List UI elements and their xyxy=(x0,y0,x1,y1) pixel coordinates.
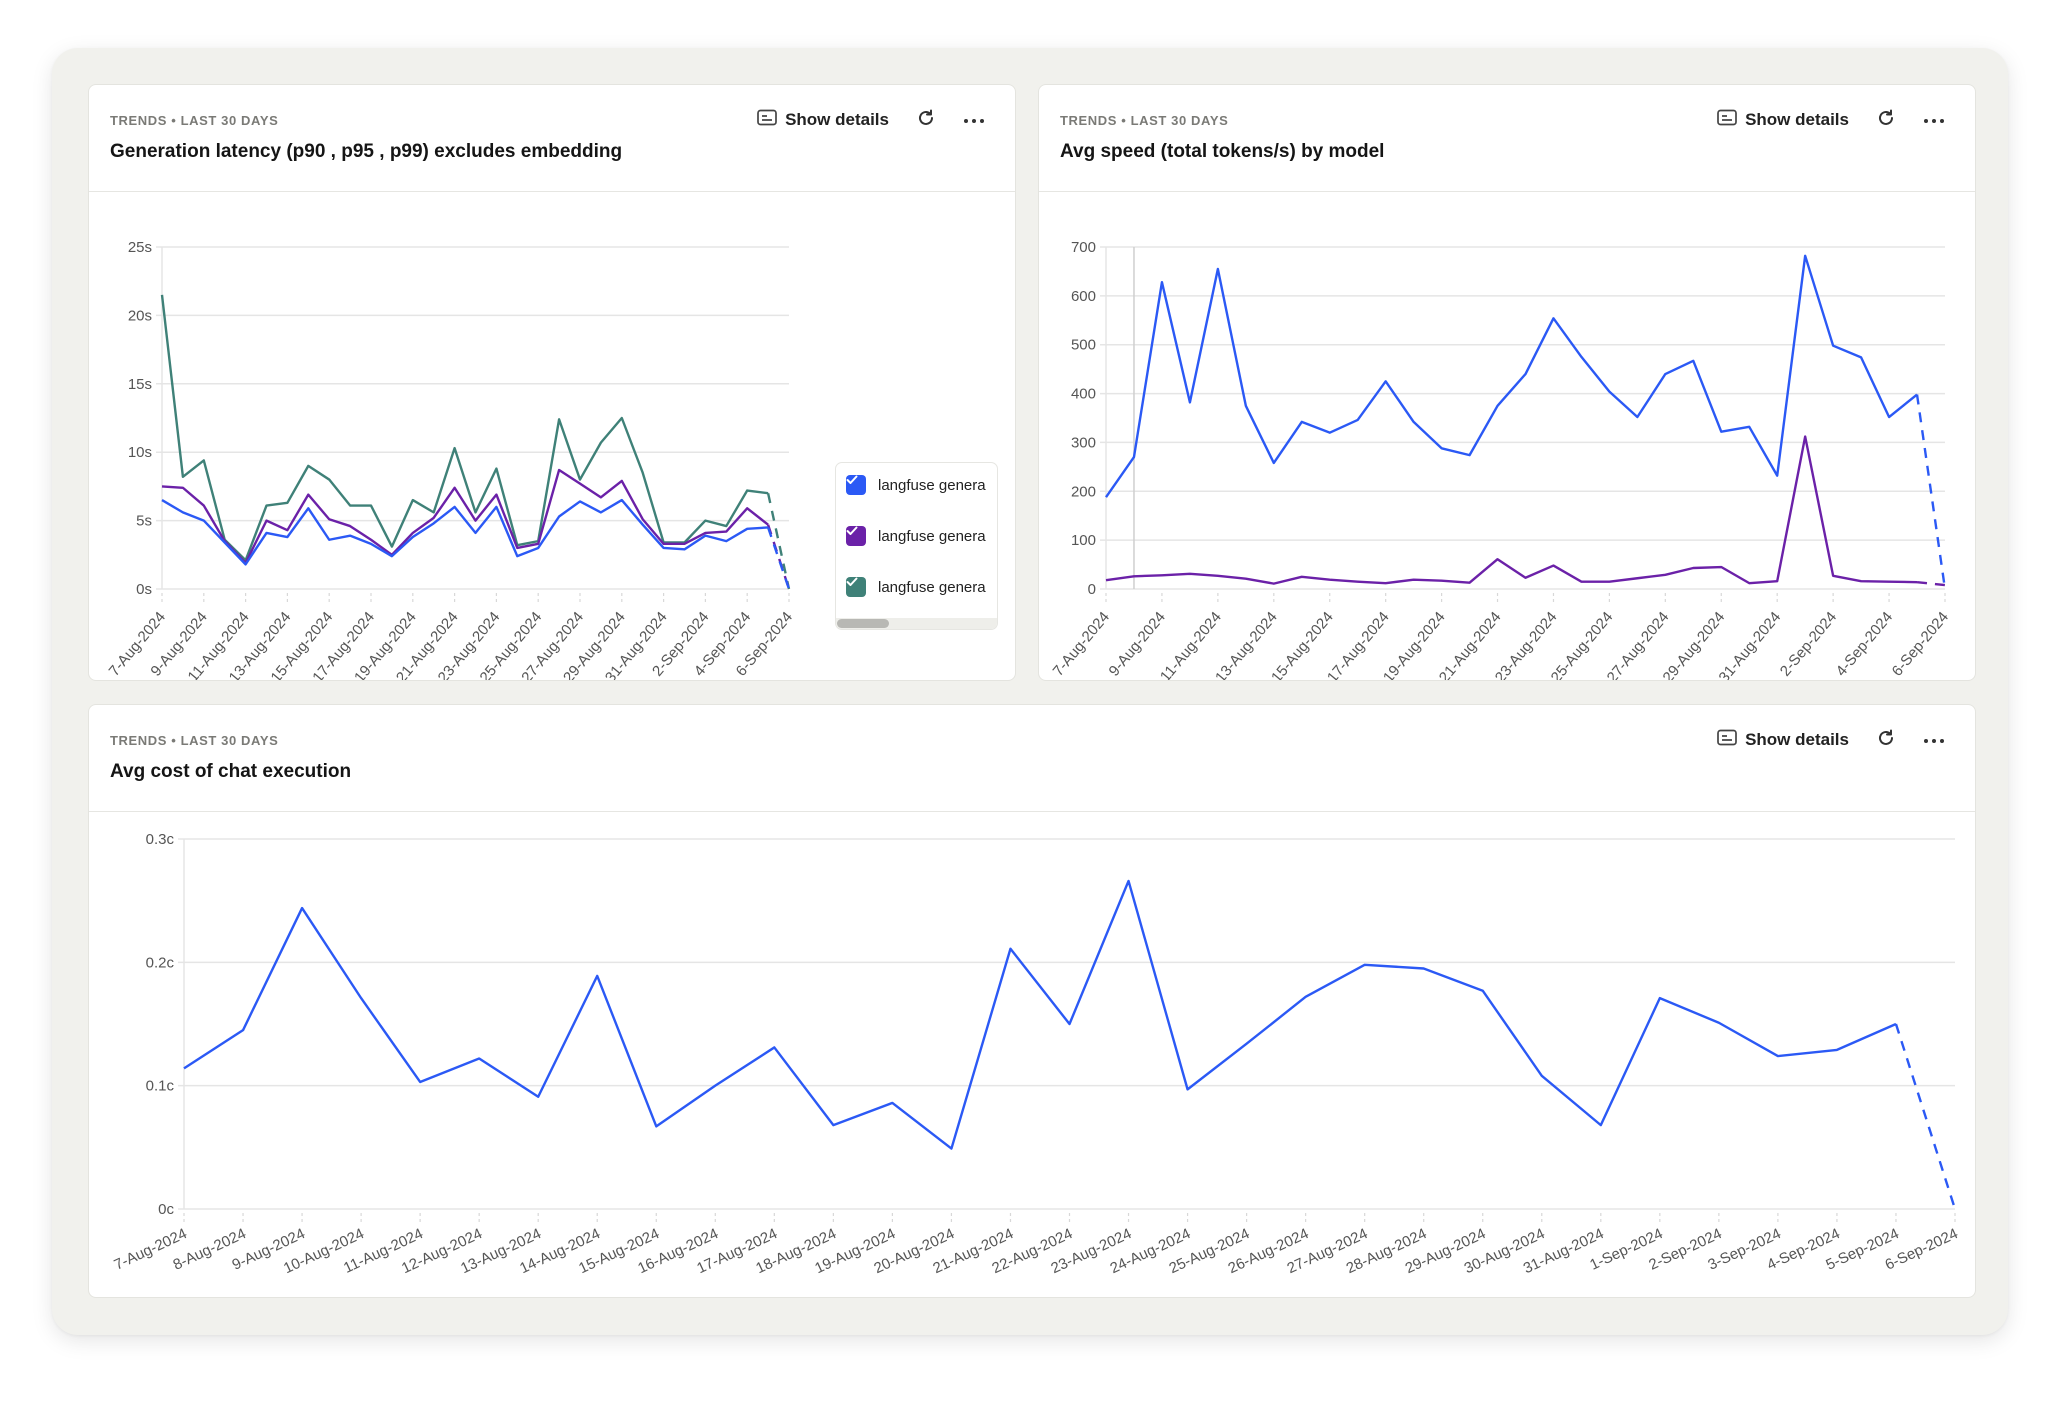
widget-eyebrow: TRENDS • LAST 30 DAYS xyxy=(110,113,279,128)
x-tick-label: 2-Sep-2024 xyxy=(1777,609,1840,680)
show-details-label: Show details xyxy=(785,110,889,129)
y-tick-label: 500 xyxy=(1071,337,1096,354)
widget-eyebrow: TRENDS • LAST 30 DAYS xyxy=(110,733,279,748)
series-line xyxy=(1105,435,1918,585)
widget-title: Generation latency (p90 , p95 , p99) exc… xyxy=(110,141,623,162)
show-details-button[interactable]: Show details xyxy=(1717,729,1849,751)
y-tick-label: 0.2c xyxy=(146,954,175,971)
widget-generation-latency: TRENDS • LAST 30 DAYS Generation latency… xyxy=(88,84,1016,681)
y-tick-label: 15s xyxy=(128,376,152,393)
widget-actions: Show details xyxy=(1717,729,1945,751)
more-options-button[interactable] xyxy=(1923,729,1945,751)
widget-avg-cost: TRENDS • LAST 30 DAYS Avg cost of chat e… xyxy=(88,704,1976,1298)
y-tick-label: 700 xyxy=(1071,239,1096,256)
refresh-button[interactable] xyxy=(1875,109,1897,131)
y-tick-label: 0s xyxy=(136,581,152,598)
x-tick-label: 6-Sep-2024 xyxy=(1889,609,1952,680)
widget-actions: Show details xyxy=(1717,109,1945,131)
y-tick-label: 100 xyxy=(1071,532,1096,549)
y-tick-label: 300 xyxy=(1071,434,1096,451)
legend-scrollbar-thumb[interactable] xyxy=(837,619,889,628)
show-details-button[interactable]: Show details xyxy=(757,109,889,131)
cost-line-chart: 0c0.1c0.2c0.3c7-Aug-20248-Aug-20249-Aug-… xyxy=(111,831,1960,1277)
more-options-button[interactable] xyxy=(1923,109,1945,131)
y-tick-label: 25s xyxy=(128,239,152,256)
legend-item-p99[interactable]: langfuse genera xyxy=(846,577,986,597)
legend-item-p90[interactable]: langfuse genera xyxy=(846,475,986,495)
y-tick-label: 0.1c xyxy=(146,1078,175,1095)
refresh-icon xyxy=(1876,728,1896,753)
y-tick-label: 200 xyxy=(1071,483,1096,500)
y-tick-label: 0.3c xyxy=(146,831,175,848)
series-incomplete-segment xyxy=(1894,1023,1957,1210)
show-details-label: Show details xyxy=(1745,730,1849,749)
legend-label: langfuse genera xyxy=(878,476,986,494)
y-tick-label: 10s xyxy=(128,444,152,461)
widget-header: TRENDS • LAST 30 DAYS Generation latency… xyxy=(89,85,1015,192)
more-horizontal-icon xyxy=(963,111,985,129)
details-panel-icon xyxy=(757,109,777,131)
legend-scrollbar[interactable] xyxy=(836,618,997,629)
y-tick-label: 0 xyxy=(1088,581,1096,598)
show-details-label: Show details xyxy=(1745,110,1849,129)
widget-header: TRENDS • LAST 30 DAYS Avg speed (total t… xyxy=(1039,85,1975,192)
widget-title: Avg cost of chat execution xyxy=(110,761,352,782)
widget-avg-speed: TRENDS • LAST 30 DAYS Avg speed (total t… xyxy=(1038,84,1976,681)
x-tick-label: 7-Aug-2024 xyxy=(1050,609,1113,680)
series-line xyxy=(183,879,1897,1150)
cost-chart-area: 0c 0.1c 0.2c 0.3c 7-Aug-2024 8-Aug-2024 9-Aug-… xyxy=(89,812,1975,1297)
more-options-button[interactable] xyxy=(963,109,985,131)
more-horizontal-icon xyxy=(1923,731,1945,749)
checkbox-checked-icon[interactable] xyxy=(846,475,866,495)
widget-actions: Show details xyxy=(757,109,985,131)
refresh-icon xyxy=(1876,108,1896,133)
widget-title: Avg speed (total tokens/s) by model xyxy=(1060,141,1385,162)
details-panel-icon xyxy=(1717,109,1737,131)
x-tick-label: 9-Aug-2024 xyxy=(1106,609,1169,680)
latency-chart-area: 0s 5s 10s 15s 20s 25s 7-Aug-2024 9-Aug-2024 11-A… xyxy=(89,192,1015,680)
checkbox-checked-icon[interactable] xyxy=(846,577,866,597)
legend-label: langfuse genera xyxy=(878,578,986,596)
chart-legend: langfuse genera langfuse genera langfuse… xyxy=(835,462,998,630)
legend-label: langfuse genera xyxy=(878,527,986,545)
refresh-button[interactable] xyxy=(1875,729,1897,751)
legend-item-p95[interactable]: langfuse genera xyxy=(846,526,986,546)
widget-eyebrow: TRENDS • LAST 30 DAYS xyxy=(1060,113,1229,128)
show-details-button[interactable]: Show details xyxy=(1717,109,1849,131)
details-panel-icon xyxy=(1717,729,1737,751)
refresh-button[interactable] xyxy=(915,109,937,131)
series-line xyxy=(161,498,769,566)
y-tick-label: 20s xyxy=(128,307,152,324)
more-horizontal-icon xyxy=(1923,111,1945,129)
series-incomplete-segment xyxy=(766,492,791,590)
speed-chart-area: 0 100 200 300 400 500 600 700 7-Aug-2024 9-Aug-20… xyxy=(1039,192,1975,680)
y-tick-label: 600 xyxy=(1071,288,1096,305)
y-tick-label: 5s xyxy=(136,513,152,530)
speed-line-chart: 0 100 200 300 400 500 600 700 7-Aug-20249-Aug-20… xyxy=(1050,239,1952,680)
y-tick-label: 400 xyxy=(1071,386,1096,403)
x-tick-label: 4-Sep-2024 xyxy=(1833,609,1896,680)
checkbox-checked-icon[interactable] xyxy=(846,526,866,546)
refresh-icon xyxy=(916,108,936,133)
series-incomplete-segment xyxy=(1916,580,1946,587)
y-tick-label: 0c xyxy=(158,1201,174,1218)
widget-header: TRENDS • LAST 30 DAYS Avg cost of chat e… xyxy=(89,705,1975,812)
series-line xyxy=(1105,254,1918,498)
